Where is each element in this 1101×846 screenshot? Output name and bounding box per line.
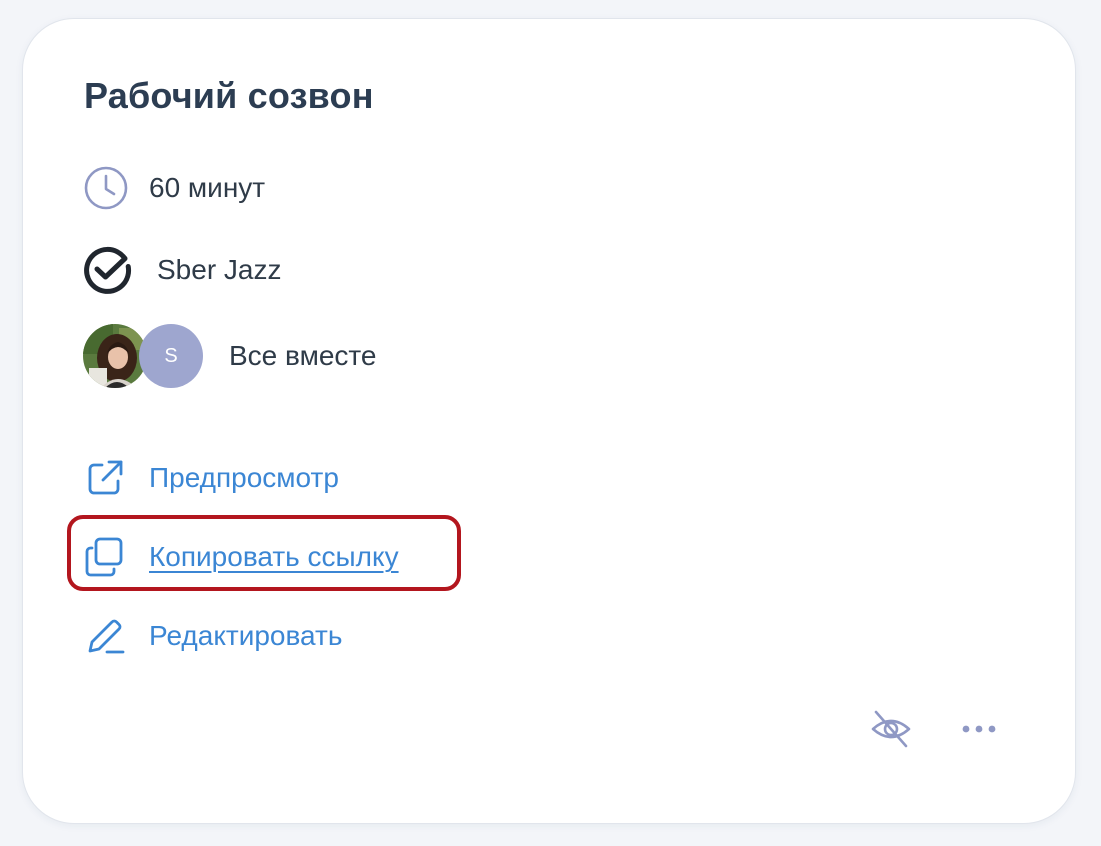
- edit-link[interactable]: Редактировать: [83, 613, 342, 659]
- duration-row: 60 минут: [83, 165, 265, 211]
- avatar-letter: S: [139, 324, 203, 388]
- pencil-icon: [88, 619, 125, 654]
- preview-link[interactable]: Предпросмотр: [83, 455, 339, 501]
- external-link-icon: [88, 460, 123, 495]
- copy-link-label[interactable]: Копировать ссылку: [149, 541, 399, 573]
- more-dots-icon: [962, 725, 996, 733]
- duration-text: 60 минут: [149, 172, 266, 203]
- copy-link-button[interactable]: Копировать ссылку: [83, 534, 399, 580]
- avatar-photo: [83, 324, 147, 388]
- participants-text: Все вместе: [229, 340, 377, 371]
- eye-off-icon: [871, 710, 911, 748]
- sber-jazz-check-icon: [84, 246, 132, 294]
- edit-label[interactable]: Редактировать: [149, 620, 342, 652]
- more-button[interactable]: [957, 709, 1001, 749]
- event-card: Рабочий созвон 60 минут Sber Jazz S Все …: [22, 18, 1076, 824]
- event-title: Рабочий созвон: [84, 75, 374, 116]
- avatar-group: S: [83, 324, 203, 388]
- copy-icon: [85, 537, 123, 577]
- hide-button[interactable]: [869, 707, 913, 751]
- platform-text: Sber Jazz: [157, 254, 282, 285]
- platform-row: Sber Jazz: [83, 245, 282, 295]
- preview-label[interactable]: Предпросмотр: [149, 462, 339, 494]
- participants-row: S Все вместе: [83, 324, 377, 388]
- clock-icon: [84, 166, 128, 210]
